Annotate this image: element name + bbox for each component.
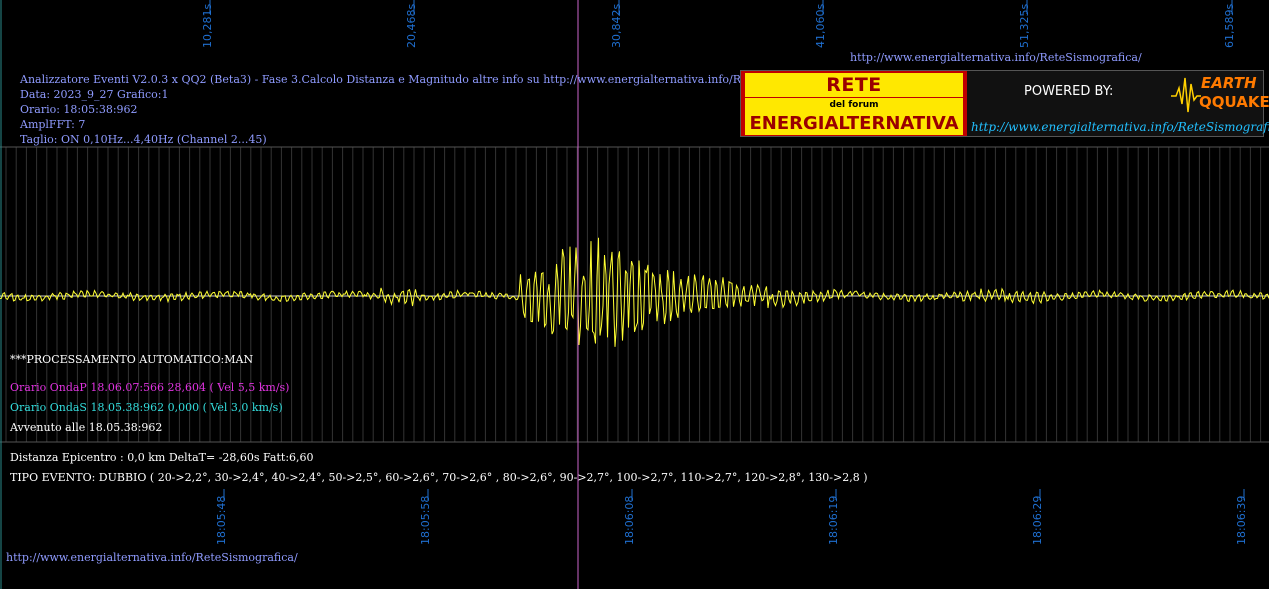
top-tick-label: 10,281s: [201, 3, 214, 48]
earthquake-logo-word1: EARTH: [1201, 74, 1257, 92]
bottom-tick-marks: [223, 489, 1245, 500]
top-tick-label: 41,060s: [814, 3, 827, 48]
footer-url-link[interactable]: http://www.energialternativa.info/ReteSi…: [6, 551, 298, 564]
bottom-tick-label: 18:06:39: [1235, 495, 1248, 545]
bottom-tick-label: 18:06:29: [1031, 495, 1044, 545]
banner-subtitle: del forum: [745, 98, 963, 112]
bottom-tick-label: 18:05:58: [419, 495, 432, 545]
earthquake-logo-word2: QQUAKE: [1199, 93, 1269, 111]
p-wave-time: Orario OndaP 18.06.07:566 28,604 ( Vel 5…: [10, 381, 290, 394]
bottom-tick-label: 18:06:19: [827, 495, 840, 545]
header-amplfft: AmplFFT: 7: [20, 118, 86, 131]
seismograph-window: 10,281s 20,468s 30,842s 41,060s 51,325s 61,58…: [0, 0, 1269, 589]
event-type: TIPO EVENTO: DUBBIO ( 20->2,2°, 30->2,4°…: [10, 471, 868, 484]
earthquake-logo: EARTH QQUAKE: [1171, 74, 1269, 114]
rete-sismografica-banner[interactable]: RETE SISMOGRAFICA del forum ENERGIALTERN…: [740, 70, 1269, 137]
top-tick-label: 61,589s: [1223, 3, 1236, 48]
bottom-tick-label: 18:05:48: [215, 495, 228, 545]
seismic-wave-icon: [1171, 77, 1201, 113]
header-date: Data: 2023_9_27 Grafico:1: [20, 88, 169, 101]
header-time: Orario: 18:05:38:962: [20, 103, 138, 116]
banner-url[interactable]: http://www.energialternativa.info/ReteSi…: [971, 120, 1269, 134]
processing-title: ***PROCESSAMENTO AUTOMATICO:MAN: [10, 353, 254, 366]
top-tick-label: 51,325s: [1018, 3, 1031, 48]
top-tick-label: 20,468s: [405, 3, 418, 48]
header-title: Analizzatore Eventi V2.0.3 x QQ2 (Beta3)…: [20, 73, 786, 86]
banner-brand: ENERGIALTERNATIVA: [745, 112, 963, 135]
top-url-link[interactable]: http://www.energialternativa.info/ReteSi…: [850, 51, 1142, 64]
top-tick-marks: [209, 0, 1233, 14]
banner-powered-by: POWERED BY:: [1024, 84, 1114, 99]
s-wave-time: Orario OndaS 18.05.38:962 0,000 ( Vel 3,…: [10, 401, 283, 414]
top-tick-label: 30,842s: [610, 3, 623, 48]
header-filter: Taglio: ON 0,10Hz...4,40Hz (Channel 2...…: [20, 133, 267, 146]
bottom-tick-label: 18:06:08: [623, 495, 636, 545]
banner-title: RETE SISMOGRAFICA: [745, 73, 963, 120]
epicenter-distance: Distanza Epicentro : 0,0 km DeltaT= -28,…: [10, 451, 314, 464]
seismic-trace: [0, 237, 1269, 347]
occurred-at: Avvenuto alle 18.05.38:962: [10, 421, 163, 434]
